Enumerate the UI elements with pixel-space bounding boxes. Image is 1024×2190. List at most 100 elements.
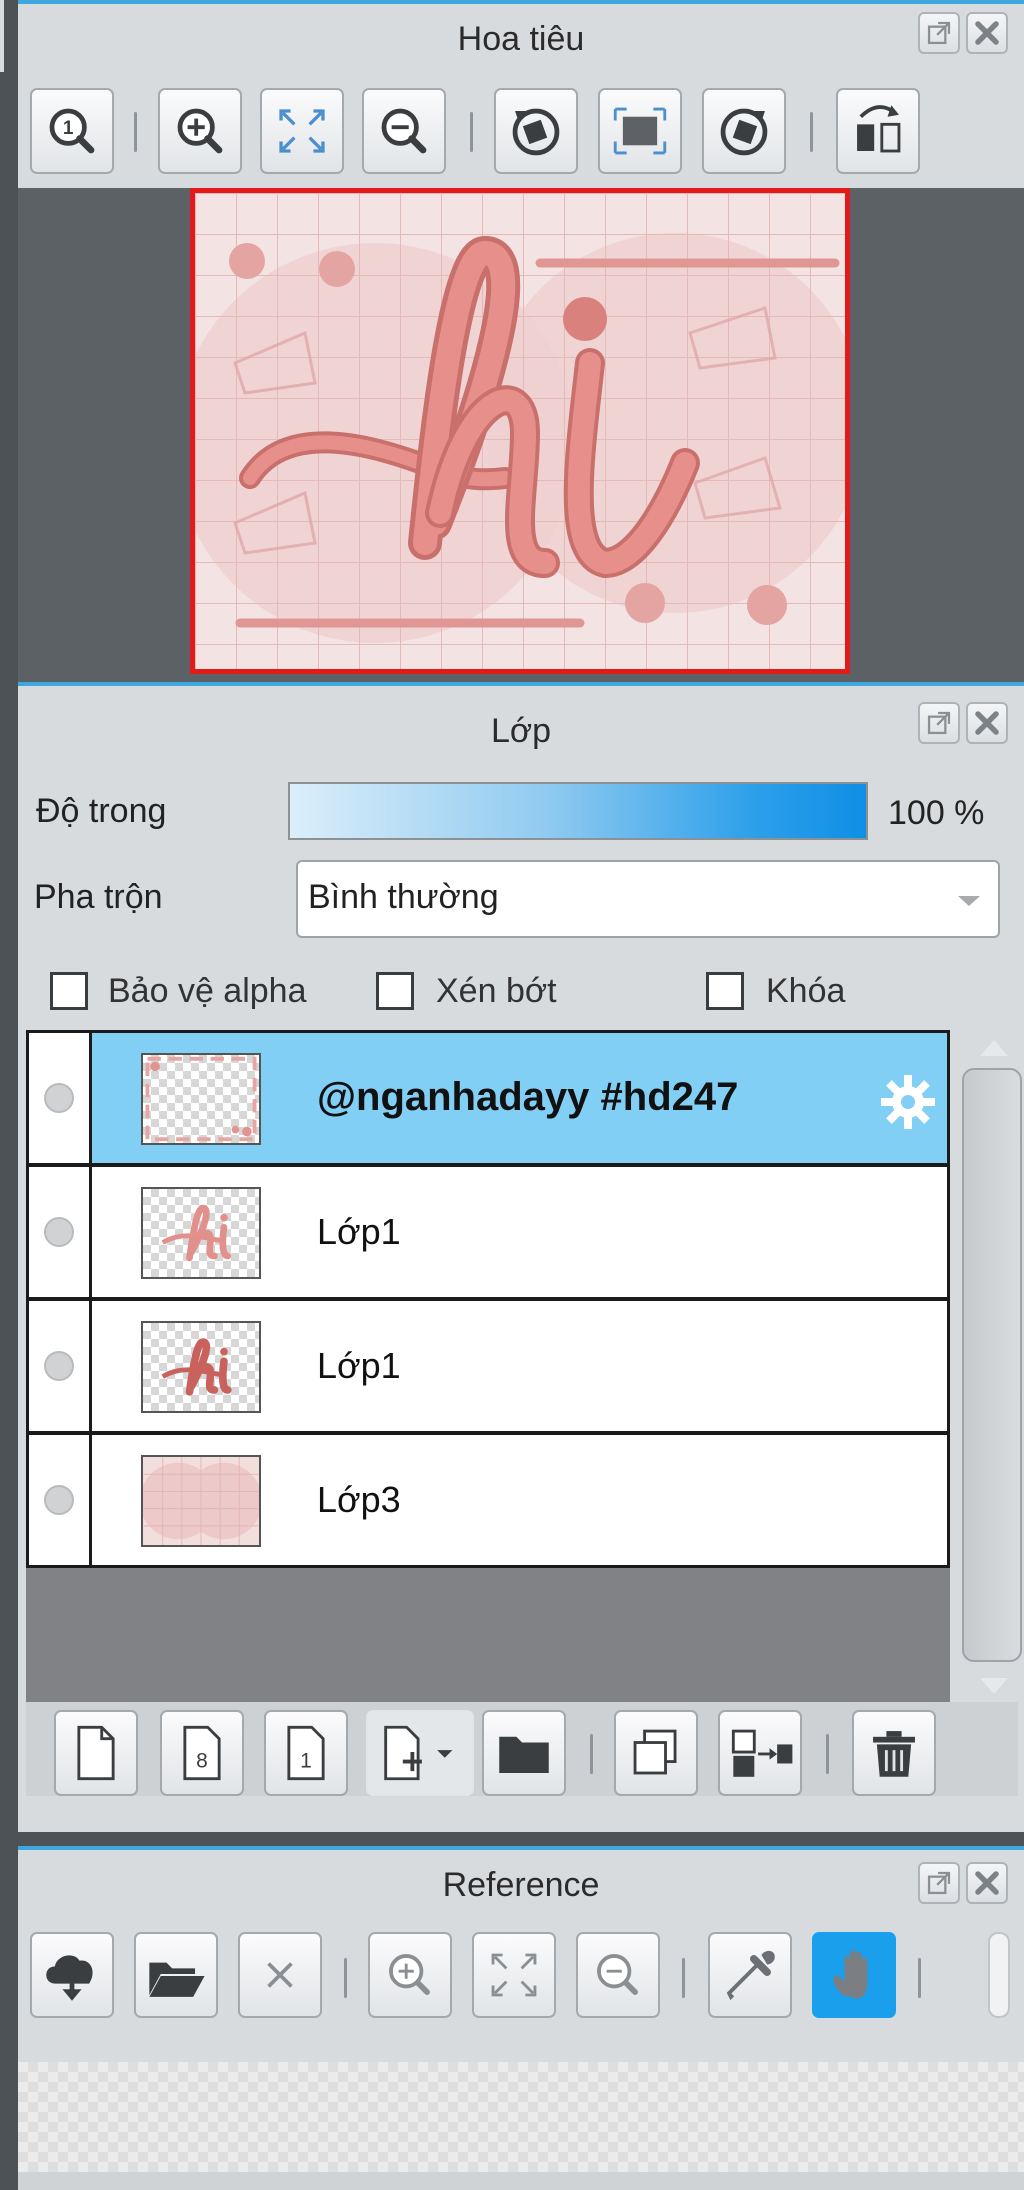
visibility-toggle[interactable]	[29, 1167, 92, 1297]
close-reference-button[interactable]	[238, 1932, 322, 2018]
visibility-dot-icon	[44, 1485, 74, 1515]
reference-toolbar-scrollbar[interactable]	[988, 1932, 1010, 2018]
visibility-toggle[interactable]	[29, 1033, 92, 1163]
toolbar-separator	[918, 1958, 921, 1998]
popout-icon	[927, 21, 951, 45]
visibility-dot-icon	[44, 1351, 74, 1381]
toolbar-separator	[134, 112, 137, 152]
lock-checkbox[interactable]	[706, 972, 744, 1010]
opacity-slider[interactable]	[288, 782, 868, 840]
close-icon	[975, 21, 999, 45]
dock-left-edge	[0, 0, 18, 2190]
reference-zoom-in-button[interactable]	[368, 1932, 452, 2018]
eyedropper-button[interactable]	[708, 1932, 792, 2018]
new-page-icon	[77, 1725, 115, 1781]
layer-toolbar: 8 1	[26, 1702, 1018, 1796]
blend-mode-label: Pha trộn	[34, 878, 163, 916]
navigator-preview-frame[interactable]	[190, 188, 850, 674]
canvas-preview-image	[195, 193, 845, 669]
layer-thumbnail	[141, 1053, 261, 1145]
load-from-cloud-button[interactable]	[30, 1932, 114, 2018]
navigator-panel: Hoa tiêu 1	[18, 0, 1024, 682]
reference-fit-button[interactable]	[472, 1932, 556, 2018]
delete-layer-button[interactable]	[852, 1710, 936, 1796]
layer-row[interactable]: Lớp1	[26, 1164, 950, 1300]
merge-down-icon	[731, 1729, 793, 1777]
popout-icon	[927, 1871, 951, 1895]
layer-thumbnail	[141, 1321, 261, 1413]
clipping-label: Xén bớt	[436, 972, 557, 1010]
8bit-layer-icon: 8	[183, 1725, 221, 1781]
toolbar-separator	[682, 1958, 685, 1998]
opacity-label: Độ trong	[36, 792, 167, 830]
blend-mode-value: Bình thường	[308, 878, 499, 916]
toolbar-separator	[590, 1734, 593, 1774]
actual-size-button[interactable]: 1	[30, 88, 114, 174]
opacity-value: 100 %	[888, 794, 985, 832]
new-layer-button[interactable]	[54, 1710, 138, 1796]
lock-label: Khóa	[766, 972, 846, 1010]
new-folder-button[interactable]	[482, 1710, 566, 1796]
flip-horizontal-button[interactable]	[836, 88, 920, 174]
merge-down-button[interactable]	[718, 1710, 802, 1796]
folder-icon	[499, 1736, 549, 1773]
reference-close-button[interactable]	[966, 1862, 1008, 1904]
1bit-layer-icon: 1	[287, 1725, 325, 1781]
gear-icon[interactable]	[877, 1071, 939, 1133]
layer-thumbnail	[141, 1455, 261, 1547]
protect-alpha-label: Bảo vệ alpha	[108, 972, 307, 1010]
visibility-dot-icon	[44, 1217, 74, 1247]
open-file-button[interactable]	[134, 1932, 218, 2018]
close-icon	[975, 711, 999, 735]
new-8bit-layer-button[interactable]: 8	[160, 1710, 244, 1796]
background-thumbnail-image	[143, 1457, 259, 1545]
panel-accent-line	[18, 682, 1024, 686]
zoom-out-icon	[381, 108, 427, 154]
fit-screen-icon	[279, 109, 325, 153]
open-folder-icon	[149, 1962, 205, 1997]
zoom-out-icon	[597, 1954, 638, 1995]
navigator-title: Hoa tiêu	[457, 20, 585, 58]
layer-popout-button[interactable]	[918, 702, 960, 744]
reference-title: Reference	[442, 1866, 600, 1904]
layer-row[interactable]: Lớp3	[26, 1432, 950, 1568]
reference-popout-button[interactable]	[918, 1862, 960, 1904]
add-layer-menu-button[interactable]	[366, 1710, 474, 1796]
zoom-in-icon	[177, 108, 223, 154]
layer-row[interactable]: @nganhadayy #hd247	[26, 1030, 950, 1166]
new-1bit-layer-button[interactable]: 1	[264, 1710, 348, 1796]
layer-name: @nganhadayy #hd247	[317, 1075, 739, 1119]
layer-scrollbar-thumb[interactable]	[962, 1068, 1022, 1662]
navigator-close-button[interactable]	[966, 12, 1008, 54]
visibility-dot-icon	[44, 1083, 74, 1113]
clipping-checkbox[interactable]	[376, 972, 414, 1010]
reference-zoom-out-button[interactable]	[576, 1932, 660, 2018]
zoom-in-icon	[389, 1954, 430, 1995]
layer-name: Lớp1	[317, 1211, 401, 1252]
navigator-popout-button[interactable]	[918, 12, 960, 54]
layer-list[interactable]: @nganhadayy #hd247 Lớp1 Lớp1 Lớp3	[26, 1030, 950, 1702]
cloud-download-icon	[46, 1955, 93, 2001]
fit-screen-button[interactable]	[260, 88, 344, 174]
layer-panel: Lớp Độ trong 100 % Pha trộn Bình thường …	[18, 682, 1024, 1832]
rotate-left-button[interactable]	[494, 88, 578, 174]
hand-tool-button[interactable]	[812, 1932, 896, 2018]
add-layer-dropdown-icon	[384, 1725, 453, 1781]
protect-alpha-checkbox[interactable]	[50, 972, 88, 1010]
layer-row[interactable]: Lớp1	[26, 1298, 950, 1434]
scroll-down-icon[interactable]	[980, 1678, 1008, 1694]
duplicate-layer-button[interactable]	[614, 1710, 698, 1796]
scroll-up-icon[interactable]	[980, 1040, 1008, 1056]
panel-divider	[18, 1832, 1024, 1846]
visibility-toggle[interactable]	[29, 1435, 92, 1565]
rotate-right-button[interactable]	[702, 88, 786, 174]
reference-canvas[interactable]	[18, 2062, 1024, 2172]
duplicate-icon	[633, 1729, 677, 1775]
reset-rotation-button[interactable]	[598, 88, 682, 174]
zoom-out-button[interactable]	[362, 88, 446, 174]
navigator-viewport[interactable]	[18, 188, 1024, 682]
visibility-toggle[interactable]	[29, 1301, 92, 1431]
layer-close-button[interactable]	[966, 702, 1008, 744]
zoom-in-button[interactable]	[158, 88, 242, 174]
blend-mode-select[interactable]: Bình thường	[296, 860, 1000, 938]
